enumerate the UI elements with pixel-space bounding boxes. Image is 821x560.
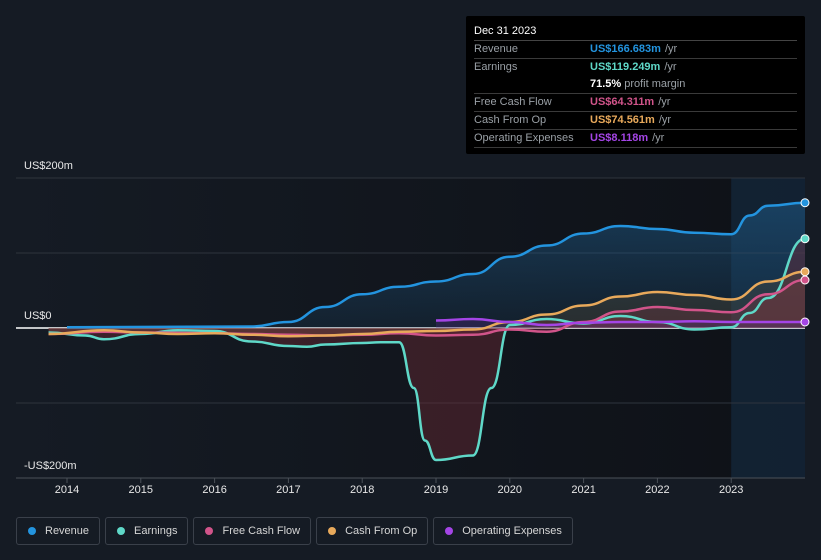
tooltip-value: 71.5% [590,78,622,90]
tooltip-label [474,76,590,93]
tooltip-row-revenue: Revenue US$166.683m /yr [474,41,797,59]
y-tick-label-200: US$200m [24,160,73,172]
tooltip-label: Free Cash Flow [474,96,552,108]
tooltip-unit: profit margin [624,78,686,90]
x-tick-label: 2014 [54,484,80,496]
x-tick-label: 2018 [349,484,375,496]
y-tick-label-neg200: -US$200m [24,460,77,472]
legend-item-cash-from-op[interactable]: Cash From Op [316,517,429,545]
x-tick-label: 2022 [645,484,670,496]
y-tick-label-0: US$0 [24,310,52,322]
tooltip-row-cfo: Cash From Op US$74.561m /yr [474,112,797,130]
x-tick-label: 2015 [128,484,154,496]
tooltip-row-earnings: Earnings US$119.249m /yr [474,59,797,76]
free-cash-flow-dot-icon [205,527,214,535]
tooltip-date: Dec 31 2023 [474,22,797,41]
tooltip-value: US$119.249m [590,61,661,73]
tooltip-unit: /yr [652,132,665,144]
tooltip-value: US$8.118m [590,132,649,144]
earnings-dot-icon [117,527,126,535]
cash-from-op-dot-icon [328,527,337,535]
tooltip-unit: /yr [664,61,677,73]
tooltip-row-fcf: Free Cash Flow US$64.311m /yr [474,94,797,112]
tooltip-value: US$64.311m [590,96,655,108]
legend-label: Free Cash Flow [222,525,301,537]
tooltip-label: Operating Expenses [474,132,574,144]
operating-expenses-endpoint [800,317,810,327]
tooltip-label: Earnings [474,61,518,73]
x-tick-label: 2016 [202,484,227,496]
legend-item-operating-expenses[interactable]: Operating Expenses [433,517,573,545]
legend-item-free-cash-flow[interactable]: Free Cash Flow [193,517,312,545]
revenue-dot-icon [28,527,36,535]
tooltip-row-opex: Operating Expenses US$8.118m /yr [474,130,797,148]
earnings-endpoint [800,234,810,244]
legend-label: Operating Expenses [462,525,562,537]
tooltip: Dec 31 2023 Revenue US$166.683m /yr Earn… [466,16,805,154]
x-tick-label: 2020 [497,484,523,496]
tooltip-label: Revenue [474,43,519,55]
tooltip-value: US$74.561m [590,114,655,126]
tooltip-row-margin: 71.5% profit margin [474,76,797,94]
legend-item-revenue[interactable]: Revenue [16,517,101,545]
x-tick-label: 2023 [718,484,744,496]
free-cash-flow-endpoint [800,275,810,285]
legend-label: Earnings [134,525,178,537]
x-tick-label: 2017 [276,484,301,496]
revenue-endpoint [800,198,810,208]
tooltip-value: US$166.683m [590,43,661,55]
legend-label: Revenue [45,525,90,537]
tooltip-unit: /yr [664,43,678,55]
tooltip-label: Cash From Op [474,114,547,126]
tooltip-unit: /yr [658,114,672,126]
x-tick-label: 2019 [423,484,449,496]
legend: Revenue Earnings Free Cash Flow Cash Fro… [16,517,573,545]
x-tick-label: 2021 [571,484,596,496]
operating-expenses-dot-icon [445,527,454,535]
legend-item-earnings[interactable]: Earnings [105,517,189,545]
cash-from-op-endpoint [800,267,810,277]
tooltip-unit: /yr [658,96,671,108]
legend-label: Cash From Op [345,525,418,537]
